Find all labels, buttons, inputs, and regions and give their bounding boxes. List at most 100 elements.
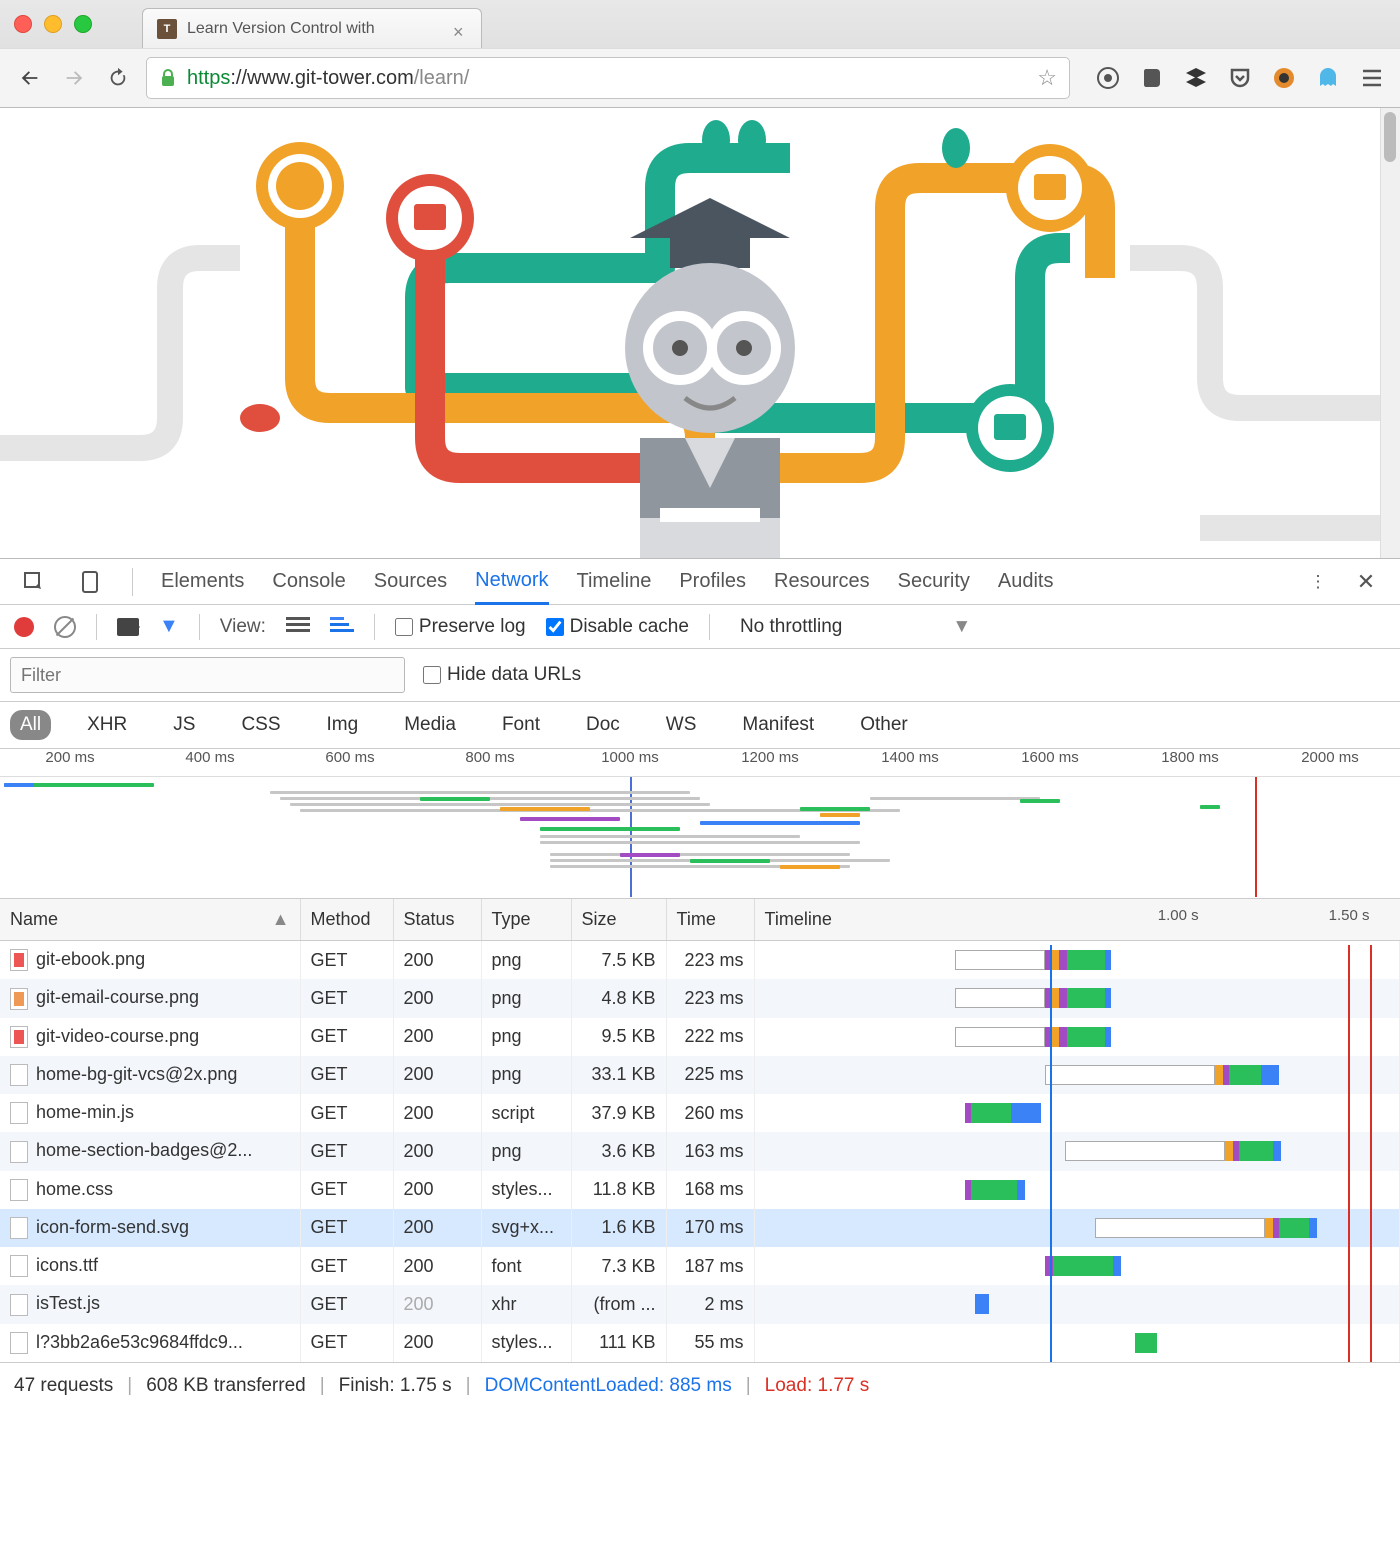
close-devtools-icon[interactable]: ✕ xyxy=(1352,568,1380,596)
cell-method: GET xyxy=(300,1018,393,1056)
load-line xyxy=(1348,945,1350,1362)
close-icon[interactable] xyxy=(453,22,467,36)
tab-sources[interactable]: Sources xyxy=(374,560,447,603)
network-overview[interactable]: 200 ms 400 ms 600 ms 800 ms 1000 ms 1200… xyxy=(0,749,1400,899)
tab-security[interactable]: Security xyxy=(898,560,970,603)
extension-privacy-icon[interactable] xyxy=(1094,64,1122,92)
tab-elements[interactable]: Elements xyxy=(161,560,244,603)
cell-type: png xyxy=(481,1132,571,1170)
page-scrollbar[interactable] xyxy=(1380,108,1400,558)
filter-input[interactable] xyxy=(10,657,405,693)
screenshot-icon[interactable] xyxy=(117,618,139,636)
cell-type: xhr xyxy=(481,1285,571,1323)
view-large-icon[interactable] xyxy=(286,617,310,637)
extension-ghostery-icon[interactable] xyxy=(1314,64,1342,92)
tab-network[interactable]: Network xyxy=(475,559,548,605)
clear-button[interactable] xyxy=(54,616,76,638)
table-row[interactable]: home-section-badges@2...GET200png3.6 KB1… xyxy=(0,1132,1400,1170)
status-requests: 47 requests xyxy=(14,1375,113,1397)
type-xhr[interactable]: XHR xyxy=(77,710,137,740)
cell-type: png xyxy=(481,979,571,1017)
tab-timeline[interactable]: Timeline xyxy=(577,560,652,603)
tab-profiles[interactable]: Profiles xyxy=(679,560,746,603)
window-minimize[interactable] xyxy=(44,15,62,33)
tab-console[interactable]: Console xyxy=(272,560,345,603)
status-dcl: DOMContentLoaded: 885 ms xyxy=(485,1375,732,1397)
file-name: l?3bb2a6e53c9684ffdc9... xyxy=(36,1332,243,1352)
filter-icon[interactable]: ▼ xyxy=(159,615,179,638)
cell-time: 168 ms xyxy=(666,1171,754,1209)
preserve-log-checkbox[interactable]: Preserve log xyxy=(395,616,526,638)
cell-type: script xyxy=(481,1094,571,1132)
cell-method: GET xyxy=(300,1094,393,1132)
cell-method: GET xyxy=(300,1247,393,1285)
bookmark-icon[interactable]: ☆ xyxy=(1037,65,1057,91)
table-row[interactable]: l?3bb2a6e53c9684ffdc9...GET200styles...1… xyxy=(0,1324,1400,1362)
ov-tick: 1200 ms xyxy=(700,749,840,776)
col-timeline[interactable]: Timeline 1.00 s1.50 s xyxy=(754,899,1400,941)
extension-eye-icon[interactable] xyxy=(1270,64,1298,92)
col-status[interactable]: Status xyxy=(393,899,481,941)
address-bar[interactable]: https://www.git-tower.com/learn/ ☆ xyxy=(146,57,1070,99)
disable-cache-checkbox[interactable]: Disable cache xyxy=(546,616,689,638)
extension-buffer-icon[interactable] xyxy=(1182,64,1210,92)
tab-audits[interactable]: Audits xyxy=(998,560,1054,603)
table-row[interactable]: git-email-course.pngGET200png4.8 KB223 m… xyxy=(0,979,1400,1017)
table-row[interactable]: git-video-course.pngGET200png9.5 KB222 m… xyxy=(0,1018,1400,1056)
table-row[interactable]: icons.ttfGET200font7.3 KB187 ms xyxy=(0,1247,1400,1285)
type-font[interactable]: Font xyxy=(492,710,550,740)
window-close[interactable] xyxy=(14,15,32,33)
col-size[interactable]: Size xyxy=(571,899,666,941)
window-zoom[interactable] xyxy=(74,15,92,33)
inspect-icon[interactable] xyxy=(20,568,48,596)
file-name: home.css xyxy=(36,1179,113,1199)
type-media[interactable]: Media xyxy=(394,710,466,740)
extension-evernote-icon[interactable] xyxy=(1138,64,1166,92)
type-other[interactable]: Other xyxy=(850,710,918,740)
reload-button[interactable] xyxy=(102,62,134,94)
col-method[interactable]: Method xyxy=(300,899,393,941)
cell-timeline xyxy=(754,941,1400,980)
table-row[interactable]: home-min.jsGET200script37.9 KB260 ms xyxy=(0,1094,1400,1132)
table-row[interactable]: git-ebook.pngGET200png7.5 KB223 ms xyxy=(0,941,1400,980)
cell-method: GET xyxy=(300,1324,393,1362)
status-finish: Finish: 1.75 s xyxy=(339,1375,452,1397)
record-button[interactable] xyxy=(14,617,34,637)
table-row[interactable]: home-bg-git-vcs@2x.pngGET200png33.1 KB22… xyxy=(0,1056,1400,1094)
browser-chrome: Learn Version Control with https://www.g… xyxy=(0,0,1400,108)
tab-title: Learn Version Control with xyxy=(187,20,375,38)
type-css[interactable]: CSS xyxy=(231,710,290,740)
cell-size: 33.1 KB xyxy=(571,1056,666,1094)
cell-status: 200 xyxy=(393,941,481,980)
cell-size: 7.3 KB xyxy=(571,1247,666,1285)
browser-tab[interactable]: Learn Version Control with xyxy=(142,8,482,48)
type-doc[interactable]: Doc xyxy=(576,710,630,740)
table-row[interactable]: isTest.jsGET200xhr(from ...2 ms xyxy=(0,1285,1400,1323)
cell-time: 55 ms xyxy=(666,1324,754,1362)
cell-time: 223 ms xyxy=(666,941,754,980)
device-icon[interactable] xyxy=(76,568,104,596)
col-time[interactable]: Time xyxy=(666,899,754,941)
col-name[interactable]: Name ▲ xyxy=(0,899,300,941)
lock-icon xyxy=(159,69,177,87)
file-name: git-ebook.png xyxy=(36,949,145,969)
extension-pocket-icon[interactable] xyxy=(1226,64,1254,92)
type-all[interactable]: All xyxy=(10,710,51,740)
view-waterfall-icon[interactable] xyxy=(330,617,354,637)
table-row[interactable]: home.cssGET200styles...11.8 KB168 ms xyxy=(0,1171,1400,1209)
forward-button[interactable] xyxy=(58,62,90,94)
type-js[interactable]: JS xyxy=(163,710,205,740)
type-ws[interactable]: WS xyxy=(656,710,707,740)
menu-icon[interactable] xyxy=(1358,64,1386,92)
cell-method: GET xyxy=(300,1171,393,1209)
table-row[interactable]: icon-form-send.svgGET200svg+x...1.6 KB17… xyxy=(0,1209,1400,1247)
hide-data-urls-checkbox[interactable]: Hide data URLs xyxy=(423,664,581,686)
col-type[interactable]: Type xyxy=(481,899,571,941)
back-button[interactable] xyxy=(14,62,46,94)
type-manifest[interactable]: Manifest xyxy=(732,710,824,740)
more-icon[interactable]: ⋮ xyxy=(1304,568,1332,596)
tab-resources[interactable]: Resources xyxy=(774,560,870,603)
throttling-select[interactable]: No throttling▼ xyxy=(740,616,971,638)
type-img[interactable]: Img xyxy=(317,710,369,740)
devtools-tabs: Elements Console Sources Network Timelin… xyxy=(0,559,1400,605)
